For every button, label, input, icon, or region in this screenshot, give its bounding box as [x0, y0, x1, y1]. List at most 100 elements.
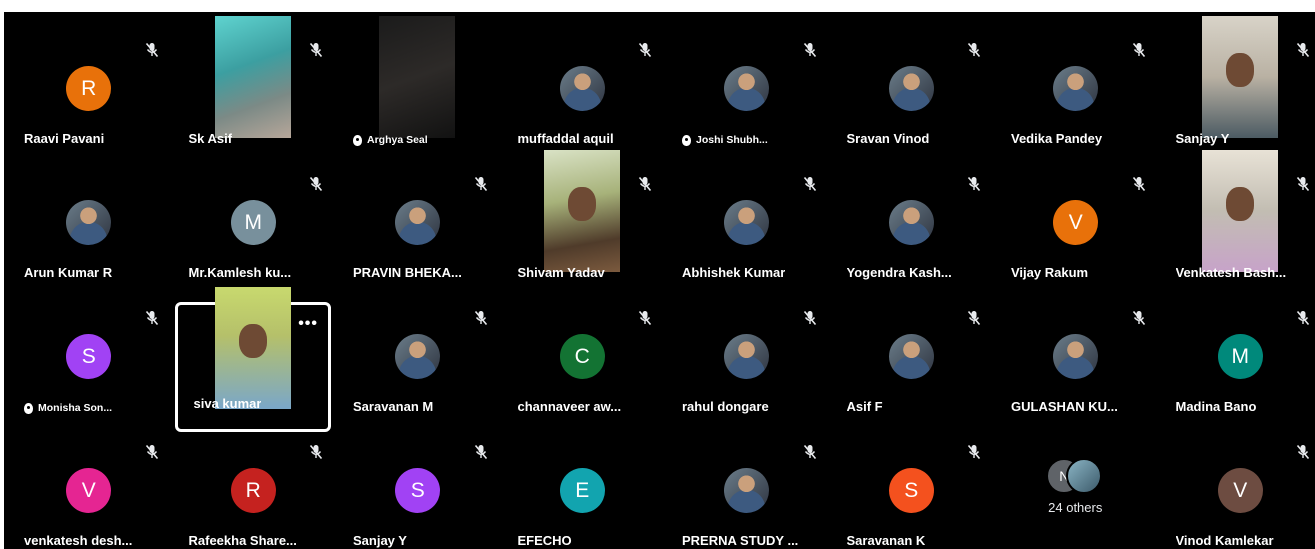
participant-tile[interactable]: Venkatesh Bash... [1159, 150, 1315, 298]
participant-face [1225, 186, 1254, 221]
participant-tile[interactable]: Cchannaveer aw... [501, 302, 662, 432]
participant-tile[interactable]: S Saravanan K [830, 436, 991, 549]
participant-name-label: Arghya Seal [367, 134, 428, 146]
participant-tile[interactable]: R Rafeekha Share... [172, 436, 333, 549]
avatar: E [559, 468, 605, 514]
participant-name: Sanjay Y [353, 533, 407, 548]
mic-off-icon [803, 444, 817, 460]
participant-tile[interactable]: N 24 others [995, 436, 1156, 549]
mic-off-icon [474, 444, 488, 460]
avatar [888, 200, 934, 246]
participant-name: siva kumar [194, 396, 262, 411]
participant-name-label: Abhishek Kumar [682, 265, 786, 280]
avatar: V [1217, 468, 1263, 514]
mic-off-icon [1296, 444, 1310, 460]
mic-off-icon [1296, 310, 1310, 326]
avatar [724, 334, 770, 380]
participant-tile[interactable]: Sravan Vinod [830, 34, 991, 164]
mic-off-icon [638, 42, 652, 58]
pin-icon [24, 402, 33, 414]
participant-tile[interactable]: Asif F [830, 302, 991, 432]
participant-tile[interactable]: Vvenkatesh desh... [8, 436, 169, 549]
participant-name: Sk Asif [189, 131, 233, 146]
participant-name: Venkatesh Bash... [1176, 265, 1287, 280]
mic-off-icon [638, 176, 652, 192]
participant-name-label: Madina Bano [1175, 399, 1257, 414]
participant-name: Asif F [847, 399, 883, 414]
participant-name: Madina Bano [1176, 399, 1257, 414]
participant-name-label: channaveer aw... [517, 399, 622, 414]
participant-name: Sravan Vinod [847, 131, 930, 146]
more-options-icon[interactable]: ••• [298, 315, 318, 333]
avatar [724, 66, 770, 112]
mic-off-icon [967, 42, 981, 58]
participant-name-label: Shivam Yadav [517, 265, 605, 280]
mic-off-icon [967, 310, 981, 326]
avatar: R [66, 66, 112, 112]
video-feed [1201, 150, 1278, 272]
avatar [724, 200, 770, 246]
participant-tile[interactable]: V Vinod Kamlekar [1159, 436, 1315, 549]
participant-tile[interactable]: rahul dongare [666, 302, 827, 432]
participant-name-label: Saravanan M [353, 399, 434, 414]
participant-name-label: Sravan Vinod [846, 131, 930, 146]
others-count-label: 24 others [1048, 500, 1103, 515]
participant-tile[interactable]: ••• siva kumar [174, 287, 331, 432]
participant-tile[interactable]: Abhishek Kumar [666, 168, 827, 298]
participant-name: Saravanan M [353, 399, 433, 414]
participant-tile[interactable]: Sanjay Y [1159, 16, 1315, 164]
mic-off-icon [474, 176, 488, 192]
participant-name: PRAVIN BHEKA... [353, 265, 462, 280]
participant-name-label: Arun Kumar R [24, 265, 113, 280]
participant-name: Vedika Pandey [1011, 131, 1102, 146]
participant-tile[interactable]: Arun Kumar R [8, 168, 169, 298]
avatar: M [230, 200, 276, 246]
video-feed [214, 16, 291, 138]
participant-tile[interactable]: Arghya Seal [337, 16, 498, 164]
participant-name: GULASHAN KU... [1011, 399, 1118, 414]
avatar: R [230, 468, 276, 514]
participant-tile[interactable]: R Raavi Pavani [8, 34, 169, 164]
meeting-stage: R Raavi Pavani Sk Asif Arghya Seal muffaddal… [4, 12, 1315, 549]
participant-tile[interactable]: E EFECHO [501, 436, 662, 549]
participant-tile[interactable]: S Sanjay Y [337, 436, 498, 549]
avatar: V [1053, 200, 1099, 246]
participant-tile[interactable]: Sk Asif [172, 16, 333, 164]
participant-tile[interactable]: V Vijay Rakum [995, 168, 1156, 298]
participant-name: Joshi Shubh... [682, 134, 768, 146]
participant-tile[interactable]: Shivam Yadav [501, 150, 662, 298]
participant-name-label: siva kumar [193, 396, 262, 411]
avatar [1066, 458, 1103, 494]
participant-tile[interactable]: M Mr.Kamlesh ku... [172, 168, 333, 298]
participant-tile[interactable]: GULASHAN KU... [995, 302, 1156, 432]
participant-name-label: Rafeekha Share... [188, 533, 297, 548]
video-feed [379, 16, 456, 138]
participant-name-label: Vinod Kamlekar [1175, 533, 1274, 548]
participant-name: Mr.Kamlesh ku... [189, 265, 292, 280]
participant-tile[interactable]: Joshi Shubh... [666, 34, 827, 164]
avatar [395, 200, 441, 246]
participant-name: Yogendra Kash... [847, 265, 952, 280]
avatar: V [66, 468, 112, 514]
pin-icon [353, 134, 362, 146]
participant-tile[interactable]: PRERNA STUDY ... [666, 436, 827, 549]
participant-name-label: Vedika Pandey [1011, 131, 1103, 146]
participant-tile[interactable]: muffaddal aquil [501, 34, 662, 164]
avatar [888, 66, 934, 112]
mic-off-icon [803, 310, 817, 326]
others-summary[interactable]: N 24 others [1039, 458, 1111, 515]
mic-off-icon [803, 176, 817, 192]
avatar [724, 468, 770, 514]
participant-name-label: Yogendra Kash... [846, 265, 952, 280]
participant-tile[interactable]: Yogendra Kash... [830, 168, 991, 298]
participant-tile[interactable]: PRAVIN BHEKA... [337, 168, 498, 298]
participant-name: rahul dongare [682, 399, 769, 414]
participant-tile[interactable]: Saravanan M [337, 302, 498, 432]
avatar-stack: N [1040, 458, 1110, 494]
avatar [559, 66, 605, 112]
participant-tile[interactable]: S Monisha Son... [8, 302, 169, 432]
participant-tile[interactable]: Vedika Pandey [995, 34, 1156, 164]
participant-tile[interactable]: M Madina Bano [1159, 302, 1315, 432]
mic-off-icon [803, 42, 817, 58]
video-feed [543, 150, 620, 272]
